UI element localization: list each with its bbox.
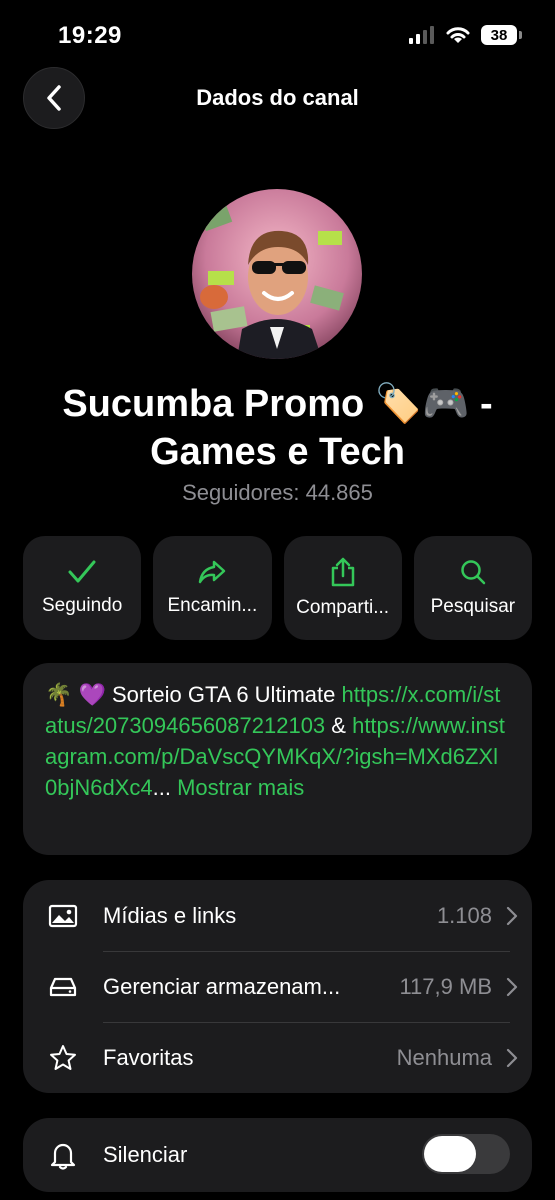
favorites-label: Favoritas [103, 1044, 194, 1070]
manage-storage-value: 117,9 MB [399, 973, 492, 999]
status-icons: 38 [409, 25, 522, 45]
share-button[interactable]: Comparti... [283, 536, 402, 640]
avatar-image [192, 189, 362, 359]
channel-description: 🌴 💜 Sorteio GTA 6 Ultimate https://x.com… [23, 663, 532, 855]
mute-toggle-knob [424, 1136, 476, 1172]
share-icon [331, 557, 354, 587]
favorites-row[interactable]: Favoritas Nenhuma [23, 1022, 532, 1093]
following-label: Seguindo [41, 595, 123, 616]
media-links-label: Mídias e links [103, 902, 237, 928]
mute-row: Silenciar [23, 1118, 532, 1192]
show-more-link[interactable]: Mostrar mais [171, 775, 304, 800]
manage-storage-row[interactable]: Gerenciar armazenam... 117,9 MB [23, 951, 532, 1022]
status-bar: 19:29 38 [0, 0, 555, 70]
action-bar: Seguindo Encamin... Comparti... Pesquisa… [23, 536, 532, 640]
signal-icon [409, 26, 434, 44]
description-joiner: & [325, 713, 353, 738]
storage-icon [49, 977, 77, 996]
channel-info-list: Mídias e links 1.108 Gerenciar armazenam… [23, 880, 532, 1093]
chevron-right-icon [506, 977, 518, 996]
following-button[interactable]: Seguindo [23, 536, 142, 640]
channel-avatar[interactable] [192, 189, 362, 359]
description-ellipsis: ... [152, 775, 171, 800]
share-label: Comparti... [296, 597, 390, 618]
search-icon [461, 560, 486, 585]
chevron-right-icon [506, 906, 518, 925]
channel-name: Sucumba Promo 🏷️🎮 - Games e Tech [20, 380, 535, 476]
search-button[interactable]: Pesquisar [413, 536, 532, 640]
media-links-value: 1.108 [436, 902, 492, 928]
followers-count: Seguidores: 44.865 [182, 480, 373, 505]
star-icon [50, 1044, 76, 1070]
description-text: 🌴 💜 Sorteio GTA 6 Ultimate [45, 682, 342, 707]
media-links-row[interactable]: Mídias e links 1.108 [23, 880, 532, 951]
forward-label: Encamin... [167, 595, 258, 616]
chevron-right-icon [506, 1048, 518, 1067]
manage-storage-label: Gerenciar armazenam... [103, 973, 341, 999]
bell-icon [50, 1143, 76, 1170]
battery-icon: 38 [481, 25, 522, 45]
favorites-value: Nenhuma [396, 1044, 492, 1070]
status-time: 19:29 [58, 22, 122, 49]
checkmark-icon [68, 560, 96, 583]
forward-button[interactable]: Encamin... [153, 536, 272, 640]
image-icon [48, 904, 78, 927]
forward-icon [199, 560, 226, 584]
wifi-icon [446, 27, 470, 43]
search-label: Pesquisar [430, 596, 516, 617]
page-title: Dados do canal [196, 85, 359, 110]
channel-name-line-2: Games e Tech [150, 431, 405, 473]
channel-name-line-1: Sucumba Promo 🏷️🎮 - [62, 383, 493, 425]
mute-toggle[interactable] [422, 1134, 510, 1174]
